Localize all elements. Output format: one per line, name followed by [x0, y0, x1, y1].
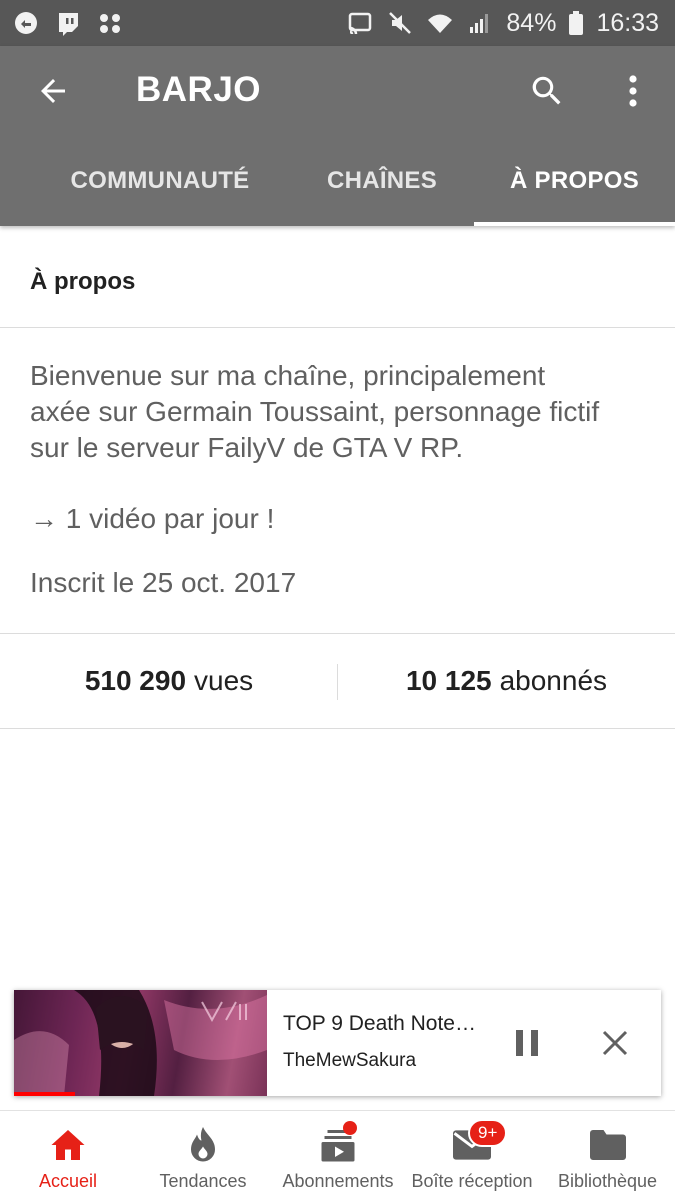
sync-app-icon	[12, 9, 40, 37]
description-tagline: → 1 vidéo par jour !	[30, 503, 275, 534]
mini-player-channel[interactable]: TheMewSakura	[283, 1050, 416, 1072]
nav-inbox-label: Boîte réception	[411, 1171, 533, 1191]
mini-player[interactable]: TOP 9 Death Note… TheMewSakura	[14, 990, 661, 1096]
close-icon	[602, 1030, 628, 1056]
mini-player-thumbnail[interactable]	[14, 990, 267, 1096]
divider	[0, 728, 675, 729]
battery-percent: 84%	[506, 8, 557, 37]
nav-library[interactable]: Bibliothèque	[540, 1111, 675, 1200]
tab-community[interactable]: COMMUNAUTÉ	[40, 136, 280, 226]
cast-icon	[346, 9, 374, 37]
channel-title: BARJO	[136, 70, 262, 109]
description-line: Bienvenue sur ma chaîne, principalement	[30, 360, 546, 391]
subscribers-label: abonnés	[499, 665, 608, 696]
home-icon	[48, 1125, 88, 1165]
mini-player-progress	[14, 1092, 75, 1096]
nav-subscriptions[interactable]: Abonnements	[270, 1111, 406, 1200]
channel-tabs: COMMUNAUTÉ CHAÎNES À PROPOS	[0, 136, 675, 226]
divider	[0, 327, 675, 328]
pause-icon	[516, 1030, 538, 1056]
status-system-icons: 84% 16:33	[346, 9, 675, 38]
battery-icon	[568, 9, 584, 37]
about-heading: À propos	[30, 268, 136, 295]
nav-inbox[interactable]: 9+ Boîte réception	[404, 1111, 540, 1200]
thumbnail-artwork-icon	[14, 990, 267, 1096]
pause-button[interactable]	[502, 1018, 552, 1068]
nav-trending[interactable]: Tendances	[136, 1111, 270, 1200]
twitch-icon	[54, 9, 82, 37]
arrow-back-icon	[41, 79, 65, 103]
nav-home-label: Accueil	[38, 1171, 98, 1191]
folder-icon	[588, 1125, 628, 1165]
app-bar-top-row: BARJO	[0, 46, 675, 136]
views-count: 510 290	[84, 665, 187, 696]
search-icon	[532, 76, 561, 105]
back-button[interactable]	[28, 66, 78, 116]
search-button[interactable]	[522, 66, 572, 116]
subscribers-stat: 10 125 abonnés	[338, 634, 675, 728]
joined-date: Inscrit le 25 oct. 2017	[30, 567, 297, 598]
mini-player-title[interactable]: TOP 9 Death Note…	[283, 1012, 493, 1036]
nav-home[interactable]: Accueil	[0, 1111, 136, 1200]
flame-icon	[183, 1125, 223, 1165]
channel-app-bar: BARJO COMMUNAUTÉ CHAÎNES À PROPOS	[0, 46, 675, 226]
channel-stats: 510 290 vues 10 125 abonnés	[0, 634, 675, 728]
bottom-navigation: Accueil Tendances Abonnements 9+ Boîte r…	[0, 1110, 675, 1200]
nav-subscriptions-label: Abonnements	[282, 1171, 394, 1191]
active-tab-indicator	[474, 222, 675, 226]
nav-trending-label: Tendances	[159, 1171, 247, 1191]
status-bar: 84% 16:33	[0, 0, 675, 46]
subscribers-count: 10 125	[405, 665, 492, 696]
status-notification-icons	[0, 9, 124, 37]
views-label: vues	[194, 665, 254, 696]
more-vert-icon	[629, 75, 637, 107]
subscriptions-icon	[318, 1121, 358, 1165]
views-stat: 510 290 vues	[0, 634, 338, 728]
clock: 16:33	[596, 8, 659, 37]
new-content-dot	[343, 1121, 357, 1135]
nav-library-label: Bibliothèque	[557, 1171, 658, 1191]
description-line: axée sur Germain Toussaint, personnage f…	[30, 396, 600, 427]
game-launcher-icon	[96, 9, 124, 37]
tab-about[interactable]: À PROPOS	[474, 136, 675, 226]
tab-channels[interactable]: CHAÎNES	[300, 136, 464, 226]
mute-icon	[386, 9, 414, 37]
close-mini-player-button[interactable]	[590, 1018, 640, 1068]
signal-icon	[466, 9, 494, 37]
inbox-count-badge: 9+	[468, 1119, 508, 1147]
channel-description: Bienvenue sur ma chaîne, principalement …	[30, 358, 650, 466]
description-line: sur le serveur FailyV de GTA V RP.	[30, 432, 464, 463]
more-options-button[interactable]	[610, 66, 656, 116]
wifi-icon	[426, 9, 454, 37]
inbox-icon: 9+	[452, 1119, 508, 1165]
